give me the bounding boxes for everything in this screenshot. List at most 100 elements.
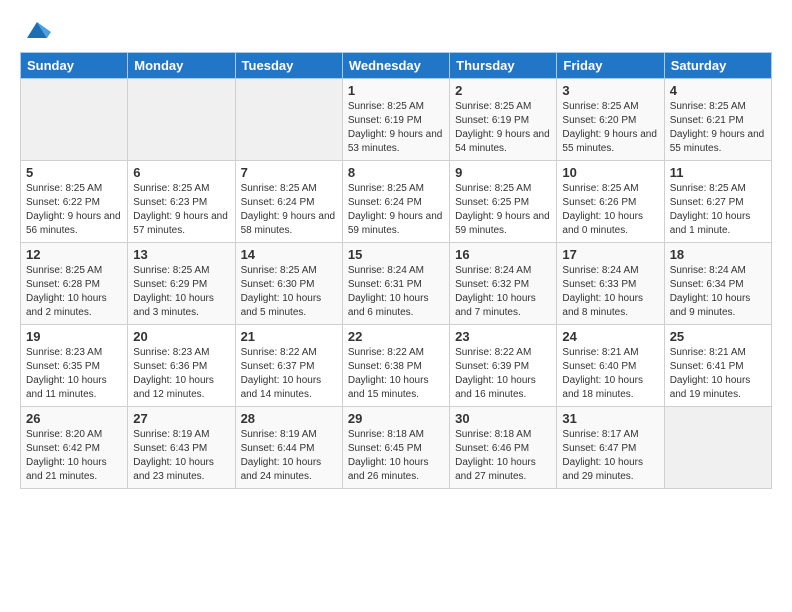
day-info: Sunrise: 8:20 AMSunset: 6:42 PMDaylight:…	[26, 428, 122, 484]
day-cell: 29 Sunrise: 8:18 AMSunset: 6:45 PMDayligh…	[342, 407, 449, 489]
col-header-monday: Monday	[128, 53, 235, 79]
day-info: Sunrise: 8:21 AMSunset: 6:40 PMDaylight:…	[562, 346, 658, 402]
day-info: Sunrise: 8:25 AMSunset: 6:25 PMDaylight:…	[455, 182, 551, 238]
week-row-3: 12 Sunrise: 8:25 AMSunset: 6:28 PMDayligh…	[21, 243, 772, 325]
day-cell: 13Sunrise: 8:25 AMSunset: 6:29 PMDayligh…	[128, 243, 235, 325]
day-cell: 9 Sunrise: 8:25 AMSunset: 6:25 PMDaylight…	[450, 161, 557, 243]
col-header-thursday: Thursday	[450, 53, 557, 79]
day-info: Sunrise: 8:22 AMSunset: 6:38 PMDaylight:…	[348, 346, 444, 402]
day-number: 13	[133, 247, 229, 262]
day-number: 22	[348, 329, 444, 344]
day-number: 3	[562, 83, 658, 98]
col-header-friday: Friday	[557, 53, 664, 79]
day-info: Sunrise: 8:18 AMSunset: 6:46 PMDaylight:…	[455, 428, 551, 484]
day-number: 1	[348, 83, 444, 98]
day-cell: 26 Sunrise: 8:20 AMSunset: 6:42 PMDayligh…	[21, 407, 128, 489]
day-number: 8	[348, 165, 444, 180]
day-number: 9	[455, 165, 551, 180]
day-cell: 25 Sunrise: 8:21 AMSunset: 6:41 PMDayligh…	[664, 325, 771, 407]
col-header-saturday: Saturday	[664, 53, 771, 79]
day-info: Sunrise: 8:21 AMSunset: 6:41 PMDaylight:…	[670, 346, 766, 402]
day-number: 16	[455, 247, 551, 262]
day-cell: 1Sunrise: 8:25 AMSunset: 6:19 PMDaylight…	[342, 79, 449, 161]
logo-area	[20, 16, 51, 44]
day-info: Sunrise: 8:23 AMSunset: 6:35 PMDaylight:…	[26, 346, 122, 402]
day-number: 30	[455, 411, 551, 426]
day-info: Sunrise: 8:19 AMSunset: 6:44 PMDaylight:…	[241, 428, 337, 484]
day-number: 31	[562, 411, 658, 426]
day-info: Sunrise: 8:25 AMSunset: 6:30 PMDaylight:…	[241, 264, 337, 320]
day-cell: 20 Sunrise: 8:23 AMSunset: 6:36 PMDayligh…	[128, 325, 235, 407]
col-header-tuesday: Tuesday	[235, 53, 342, 79]
day-info: Sunrise: 8:19 AMSunset: 6:43 PMDaylight:…	[133, 428, 229, 484]
day-cell: 10 Sunrise: 8:25 AMSunset: 6:26 PMDayligh…	[557, 161, 664, 243]
day-number: 7	[241, 165, 337, 180]
day-number: 2	[455, 83, 551, 98]
day-cell: 2 Sunrise: 8:25 AMSunset: 6:19 PMDaylight…	[450, 79, 557, 161]
day-number: 29	[348, 411, 444, 426]
day-number: 26	[26, 411, 122, 426]
day-cell: 24 Sunrise: 8:21 AMSunset: 6:40 PMDayligh…	[557, 325, 664, 407]
day-number: 21	[241, 329, 337, 344]
col-header-wednesday: Wednesday	[342, 53, 449, 79]
day-cell: 11Sunrise: 8:25 AMSunset: 6:27 PMDayligh…	[664, 161, 771, 243]
day-number: 6	[133, 165, 229, 180]
day-number: 19	[26, 329, 122, 344]
day-info: Sunrise: 8:24 AMSunset: 6:31 PMDaylight:…	[348, 264, 444, 320]
day-cell: 8 Sunrise: 8:25 AMSunset: 6:24 PMDaylight…	[342, 161, 449, 243]
day-number: 5	[26, 165, 122, 180]
day-number: 10	[562, 165, 658, 180]
day-info: Sunrise: 8:23 AMSunset: 6:36 PMDaylight:…	[133, 346, 229, 402]
day-info: Sunrise: 8:25 AMSunset: 6:28 PMDaylight:…	[26, 264, 122, 320]
day-cell: 21 Sunrise: 8:22 AMSunset: 6:37 PMDayligh…	[235, 325, 342, 407]
day-cell: 27 Sunrise: 8:19 AMSunset: 6:43 PMDayligh…	[128, 407, 235, 489]
day-cell: 7Sunrise: 8:25 AMSunset: 6:24 PMDaylight…	[235, 161, 342, 243]
day-info: Sunrise: 8:22 AMSunset: 6:39 PMDaylight:…	[455, 346, 551, 402]
day-number: 20	[133, 329, 229, 344]
day-number: 17	[562, 247, 658, 262]
day-cell: 12 Sunrise: 8:25 AMSunset: 6:28 PMDayligh…	[21, 243, 128, 325]
day-info: Sunrise: 8:24 AMSunset: 6:32 PMDaylight:…	[455, 264, 551, 320]
calendar-header-row: SundayMondayTuesdayWednesdayThursdayFrid…	[21, 53, 772, 79]
day-cell: 22 Sunrise: 8:22 AMSunset: 6:38 PMDayligh…	[342, 325, 449, 407]
week-row-2: 5Sunrise: 8:25 AMSunset: 6:22 PMDaylight…	[21, 161, 772, 243]
day-info: Sunrise: 8:24 AMSunset: 6:34 PMDaylight:…	[670, 264, 766, 320]
day-number: 4	[670, 83, 766, 98]
day-number: 24	[562, 329, 658, 344]
day-number: 23	[455, 329, 551, 344]
week-row-4: 19 Sunrise: 8:23 AMSunset: 6:35 PMDayligh…	[21, 325, 772, 407]
day-cell	[128, 79, 235, 161]
day-cell: 14 Sunrise: 8:25 AMSunset: 6:30 PMDayligh…	[235, 243, 342, 325]
day-cell: 4 Sunrise: 8:25 AMSunset: 6:21 PMDaylight…	[664, 79, 771, 161]
day-info: Sunrise: 8:25 AMSunset: 6:20 PMDaylight:…	[562, 100, 658, 156]
day-cell: 19 Sunrise: 8:23 AMSunset: 6:35 PMDayligh…	[21, 325, 128, 407]
day-number: 18	[670, 247, 766, 262]
week-row-1: 1 Sunrise: 8:25 AMSunset: 6:19 PMDaylight…	[21, 79, 772, 161]
header	[20, 16, 772, 44]
day-info: Sunrise: 8:25 AMSunset: 6:24 PMDaylight:…	[348, 182, 444, 238]
day-cell: 23 Sunrise: 8:22 AMSunset: 6:39 PMDayligh…	[450, 325, 557, 407]
day-cell: 5Sunrise: 8:25 AMSunset: 6:22 PMDaylight…	[21, 161, 128, 243]
day-cell: 31 Sunrise: 8:17 AMSunset: 6:47 PMDayligh…	[557, 407, 664, 489]
week-row-5: 26 Sunrise: 8:20 AMSunset: 6:42 PMDayligh…	[21, 407, 772, 489]
day-number: 25	[670, 329, 766, 344]
day-cell: 15 Sunrise: 8:24 AMSunset: 6:31 PMDayligh…	[342, 243, 449, 325]
day-cell: 17 Sunrise: 8:24 AMSunset: 6:33 PMDayligh…	[557, 243, 664, 325]
day-info: Sunrise: 8:17 AMSunset: 6:47 PMDaylight:…	[562, 428, 658, 484]
day-info: Sunrise: 8:25 AMSunset: 6:21 PMDaylight:…	[670, 100, 766, 156]
day-info: Sunrise: 8:22 AMSunset: 6:37 PMDaylight:…	[241, 346, 337, 402]
day-info: Sunrise: 8:18 AMSunset: 6:45 PMDaylight:…	[348, 428, 444, 484]
day-cell: 18 Sunrise: 8:24 AMSunset: 6:34 PMDayligh…	[664, 243, 771, 325]
day-number: 15	[348, 247, 444, 262]
day-number: 27	[133, 411, 229, 426]
day-info: Sunrise: 8:25 AMSunset: 6:19 PMDaylight:…	[455, 100, 551, 156]
day-number: 28	[241, 411, 337, 426]
day-info: Sunrise: 8:25 AMSunset: 6:23 PMDaylight:…	[133, 182, 229, 238]
day-number: 12	[26, 247, 122, 262]
day-info: Sunrise: 8:24 AMSunset: 6:33 PMDaylight:…	[562, 264, 658, 320]
day-info: Sunrise: 8:25 AMSunset: 6:26 PMDaylight:…	[562, 182, 658, 238]
day-cell: 3 Sunrise: 8:25 AMSunset: 6:20 PMDaylight…	[557, 79, 664, 161]
day-cell: 6 Sunrise: 8:25 AMSunset: 6:23 PMDaylight…	[128, 161, 235, 243]
page: SundayMondayTuesdayWednesdayThursdayFrid…	[0, 0, 792, 499]
day-number: 14	[241, 247, 337, 262]
